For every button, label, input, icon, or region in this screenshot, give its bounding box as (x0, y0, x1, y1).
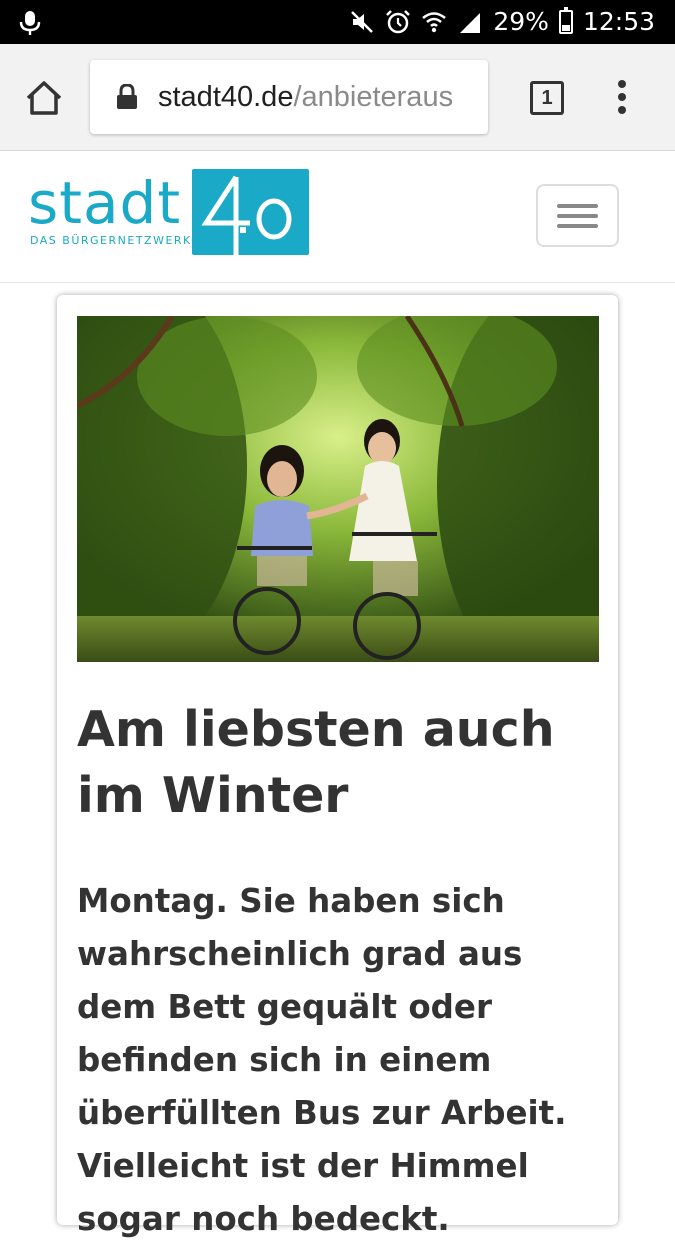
clock: 12:53 (582, 7, 655, 36)
article-lead: Montag. Sie haben sich wahrscheinlich gr… (77, 882, 567, 1238)
site-logo[interactable]: stadt DAS BÜRGERNETZWERK (28, 168, 318, 256)
logo-wordmark: stadt (28, 169, 182, 237)
url-domain: stadt40.de (158, 80, 294, 113)
nav-toggle-button[interactable] (536, 184, 619, 247)
article-title[interactable]: Am liebsten auch im Winter (77, 697, 597, 829)
battery-icon (558, 7, 573, 34)
logo-mark (192, 169, 309, 255)
tabs-icon[interactable]: 1 (530, 81, 564, 115)
mute-icon (351, 11, 374, 33)
alarm-icon (386, 10, 411, 34)
logo-tagline: DAS BÜRGERNETZWERK (30, 234, 192, 247)
signal-icon (460, 13, 481, 33)
wifi-icon (422, 12, 447, 33)
status-bar: 29% 12:53 (0, 0, 675, 44)
browser-toolbar: stadt40.de/anbieteraus 1 (0, 44, 675, 151)
article-card[interactable]: Am liebsten auch im Winter Montag. Sie h… (57, 295, 618, 1238)
battery-percent: 29% (493, 7, 549, 36)
tab-count: 1 (541, 87, 553, 109)
site-header: stadt DAS BÜRGERNETZWERK (0, 151, 675, 283)
address-bar[interactable]: stadt40.de/anbieteraus (90, 60, 488, 134)
mic-icon (19, 11, 41, 35)
logo-mark-graphic (201, 175, 292, 255)
url-path: /anbieteraus (293, 80, 454, 113)
lock-icon (117, 84, 137, 109)
home-icon[interactable] (22, 76, 66, 120)
overflow-menu-icon[interactable] (610, 80, 634, 116)
two-women-cycling-photo (77, 316, 599, 662)
article-image (77, 316, 599, 662)
url-text: stadt40.de/anbieteraus (158, 81, 453, 114)
